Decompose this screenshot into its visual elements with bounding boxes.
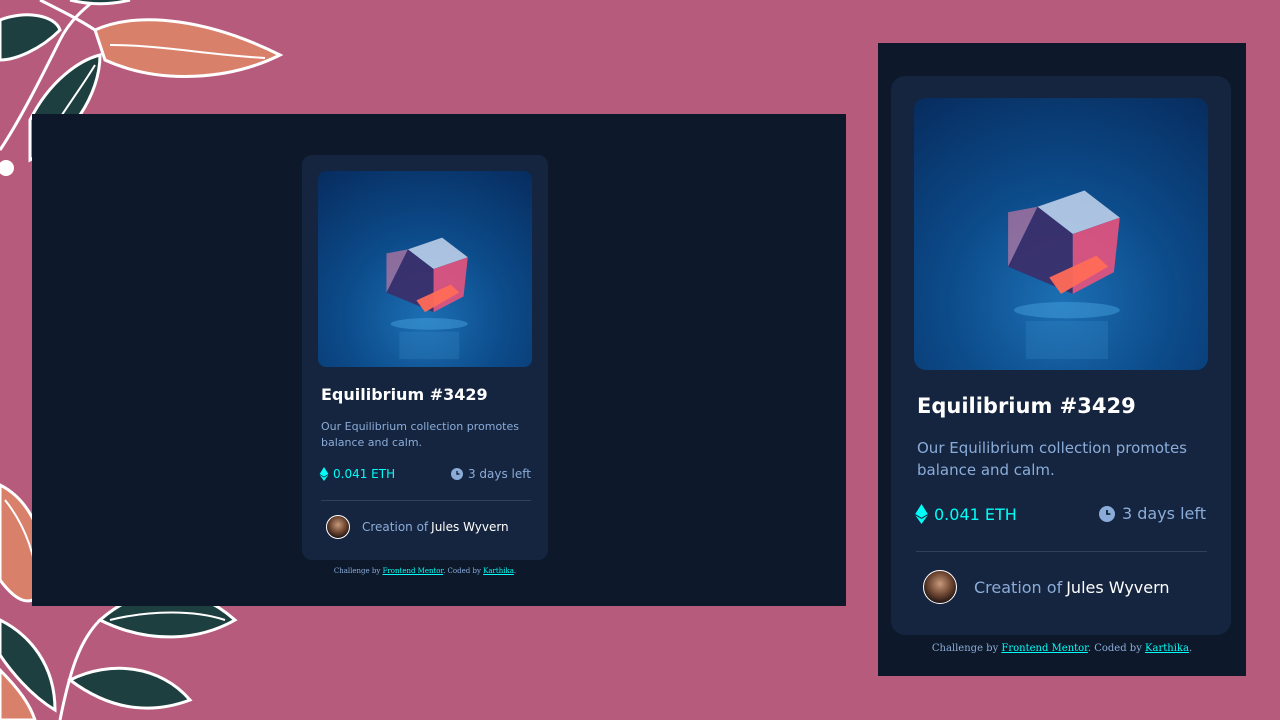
author-link[interactable]: Karthika xyxy=(1145,643,1189,654)
attribution-suffix: . xyxy=(513,567,517,575)
card-time-left: 3 days left xyxy=(450,467,531,481)
time-left-value: 3 days left xyxy=(1121,504,1206,523)
attribution-prefix: Challenge by xyxy=(931,643,999,654)
nft-image[interactable] xyxy=(914,98,1208,370)
nft-card: Equilibrium #3429 Our Equilibrium collec… xyxy=(302,155,548,560)
desktop-preview-panel: Equilibrium #3429 Our Equilibrium collec… xyxy=(32,114,846,606)
nft-card: Equilibrium #3429 Our Equilibrium collec… xyxy=(891,76,1231,635)
card-creator: Creation of Jules Wyvern xyxy=(923,570,1170,604)
creator-name-link[interactable]: Jules Wyvern xyxy=(1066,578,1169,597)
nft-image[interactable] xyxy=(318,171,532,367)
attribution: Challenge by Frontend Mentor. Coded by K… xyxy=(878,643,1246,654)
card-price: 0.041 ETH xyxy=(915,504,1017,524)
price-value: 0.041 ETH xyxy=(333,467,396,481)
mobile-preview-panel: Equilibrium #3429 Our Equilibrium collec… xyxy=(878,43,1246,676)
ethereum-icon xyxy=(915,504,928,524)
card-description: Our Equilibrium collection promotes bala… xyxy=(321,420,519,449)
card-divider xyxy=(916,551,1207,552)
card-title[interactable]: Equilibrium #3429 xyxy=(321,385,488,404)
avatar xyxy=(326,515,350,539)
attribution-middle: . Coded by xyxy=(1087,643,1142,654)
frontend-mentor-link[interactable]: Frontend Mentor xyxy=(383,567,444,575)
clock-icon xyxy=(450,468,463,480)
price-value: 0.041 ETH xyxy=(934,504,1017,524)
card-title[interactable]: Equilibrium #3429 xyxy=(917,394,1136,418)
creator-name-link[interactable]: Jules Wyvern xyxy=(431,520,509,534)
card-creator: Creation of Jules Wyvern xyxy=(326,515,509,539)
attribution-suffix: . xyxy=(1188,643,1193,654)
author-link[interactable]: Karthika xyxy=(483,567,514,575)
clock-icon xyxy=(1098,505,1115,522)
attribution-middle: . Coded by xyxy=(443,567,481,575)
card-time-left: 3 days left xyxy=(1098,504,1206,523)
card-description: Our Equilibrium collection promotes bala… xyxy=(917,439,1187,479)
card-price: 0.041 ETH xyxy=(319,467,395,481)
avatar xyxy=(923,570,957,604)
attribution-prefix: Challenge by xyxy=(333,567,381,575)
ethereum-icon xyxy=(319,467,329,481)
card-divider xyxy=(321,500,531,501)
creator-prefix: Creation of xyxy=(974,577,1063,597)
frontend-mentor-link[interactable]: Frontend Mentor xyxy=(1001,643,1087,654)
creator-prefix: Creation of xyxy=(362,520,429,534)
time-left-value: 3 days left xyxy=(467,467,531,481)
attribution: Challenge by Frontend Mentor. Coded by K… xyxy=(302,567,548,575)
